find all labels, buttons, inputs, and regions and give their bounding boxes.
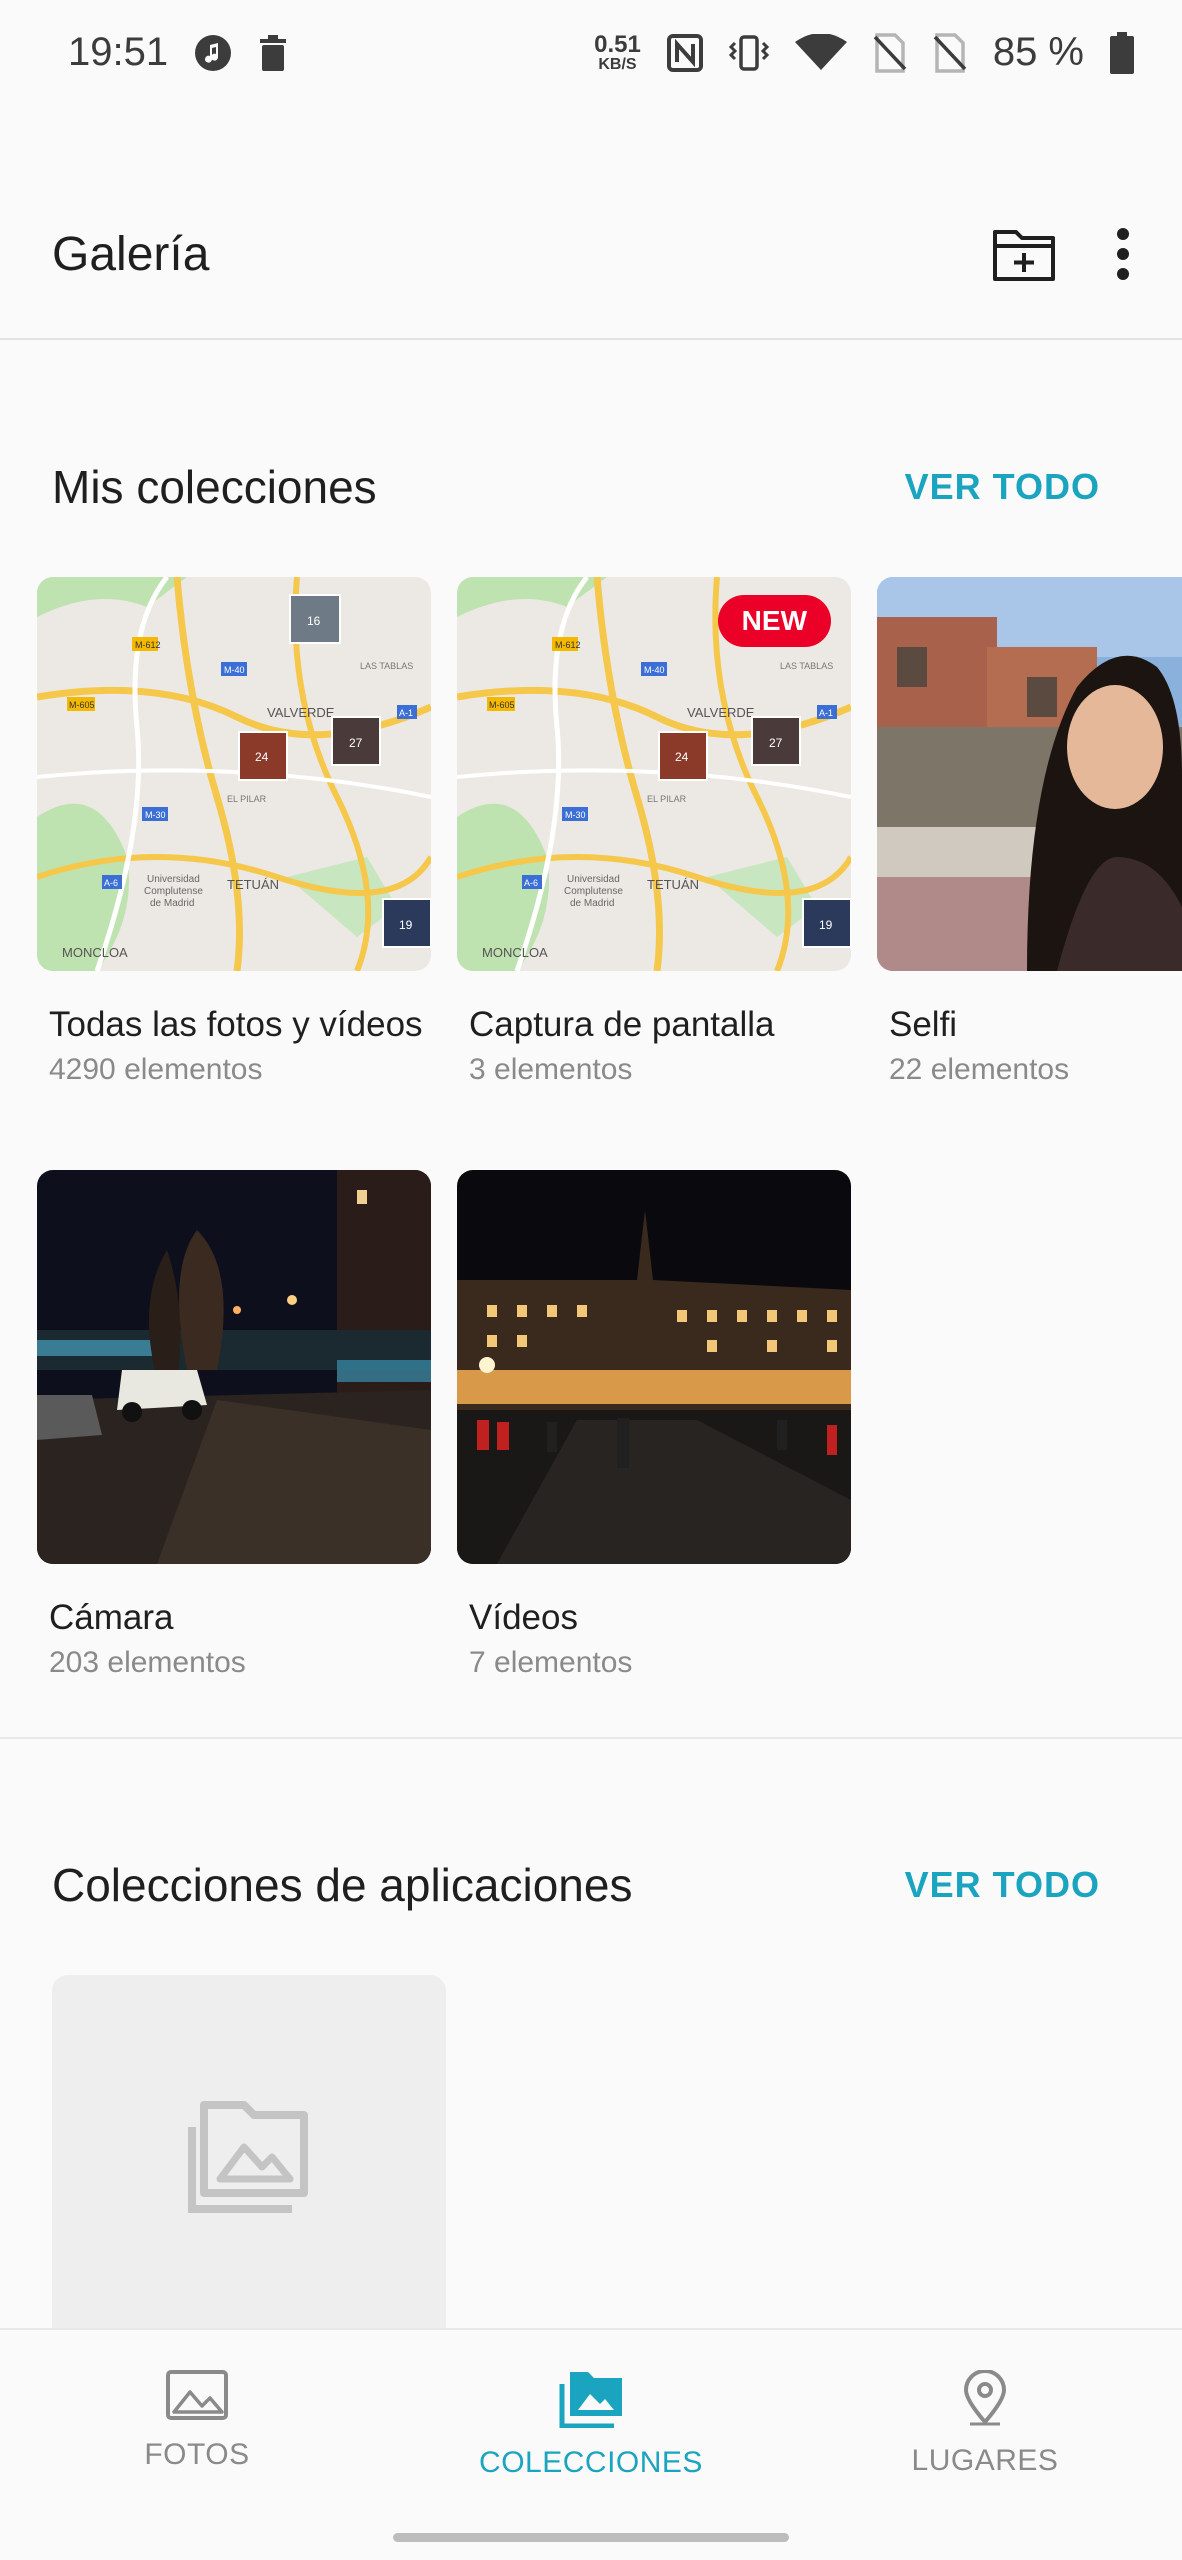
album-name: Selfi (889, 1005, 958, 1044)
map-label-pilar: EL PILAR (227, 794, 267, 804)
page-title: Galería (52, 227, 210, 281)
map-label-valverde: VALVERDE (267, 705, 335, 720)
map-label-a6: A-6 (104, 878, 118, 888)
album-name: Vídeos (469, 1598, 578, 1637)
map-photo-count: 24 (675, 750, 689, 764)
map-label-tetuan: TETUÁN (227, 877, 279, 892)
album-name: Todas las fotos y vídeos (49, 1005, 423, 1044)
section-title: Mis colecciones (52, 461, 377, 513)
map-label-univ-1: Universidad (567, 874, 620, 885)
my-collections-header: Mis colecciones VER TODO (52, 460, 1100, 514)
new-folder-icon[interactable] (992, 226, 1056, 282)
album-card[interactable]: Selfi 22 elementos (877, 577, 1182, 1087)
section-title: Colecciones de aplicaciones (52, 1859, 633, 1911)
map-label-a1: A-1 (819, 708, 833, 718)
map-label-pilar: EL PILAR (647, 794, 687, 804)
nav-item-places[interactable]: LUGARES (835, 2370, 1135, 2478)
album-thumbnail: M-612 M-40 M-605 M-30 A-1 A-6 VALVERDE T… (37, 577, 431, 971)
trash-icon (258, 34, 288, 71)
location-pin-icon (962, 2370, 1008, 2426)
map-label-m30: M-30 (145, 810, 166, 820)
status-bar: 19:51 0.51 KB/S 85 % (0, 0, 1182, 105)
map-label-m612: M-612 (135, 640, 161, 650)
nfc-icon (666, 33, 703, 72)
see-all-link[interactable]: VER TODO (905, 1864, 1100, 1906)
network-speed: 0.51 KB/S (594, 30, 641, 73)
map-label-tablas: LAS TABLAS (360, 661, 413, 671)
map-label-m40: M-40 (644, 665, 665, 675)
album-name: Cámara (49, 1598, 174, 1637)
map-label-m612: M-612 (555, 640, 581, 650)
no-sim-icon (873, 32, 907, 73)
nav-item-collections[interactable]: COLECCIONES (441, 2370, 741, 2480)
album-count: 203 elementos (49, 1646, 246, 1679)
nav-item-photos[interactable]: FOTOS (47, 2370, 347, 2472)
app-collection-placeholder[interactable] (52, 1975, 446, 2335)
bottom-navigation: FOTOS COLECCIONES LUGARES (0, 2328, 1182, 2560)
clock: 19:51 (68, 30, 169, 74)
map-label-a1: A-1 (399, 708, 413, 718)
home-indicator[interactable] (393, 2533, 789, 2542)
map-label-m605: M-605 (489, 700, 515, 710)
section-divider (0, 1737, 1182, 1739)
map-label-m605: M-605 (69, 700, 95, 710)
album-card[interactable]: Cámara 203 elementos (37, 1170, 431, 1680)
map-label-tetuan: TETUÁN (647, 877, 699, 892)
map-photo-count: 19 (819, 918, 833, 932)
see-all-link[interactable]: VER TODO (905, 466, 1100, 508)
map-label-valverde: VALVERDE (687, 705, 755, 720)
vibrate-icon (728, 34, 769, 71)
map-photo-count: 24 (255, 750, 269, 764)
map-photo-count: 27 (349, 736, 363, 750)
map-label-univ-2: Complutense (144, 886, 203, 897)
new-badge: NEW (717, 595, 831, 647)
map-label-univ-3: de Madrid (150, 898, 194, 909)
nav-label: LUGARES (911, 2444, 1059, 2477)
map-label-moncloa: MONCLOA (62, 945, 128, 960)
net-speed-unit: KB/S (598, 55, 637, 73)
photo-icon (166, 2370, 228, 2420)
map-photo-count: 27 (769, 736, 783, 750)
net-speed-value: 0.51 (594, 30, 641, 58)
map-label-univ-3: de Madrid (570, 898, 614, 909)
album-name: Captura de pantalla (469, 1005, 775, 1044)
album-thumbnail (877, 577, 1182, 971)
app-collections-header: Colecciones de aplicaciones VER TODO (52, 1858, 1100, 1912)
album-count: 3 elementos (469, 1053, 633, 1086)
music-note-icon (194, 34, 232, 72)
album-thumbnail (457, 1170, 851, 1564)
album-count: 22 elementos (889, 1053, 1070, 1086)
battery-percent: 85 % (992, 30, 1084, 74)
album-count: 7 elementos (469, 1646, 633, 1679)
no-sim-2-icon (933, 32, 967, 73)
map-label-m30: M-30 (565, 810, 586, 820)
image-stack-icon (184, 2095, 314, 2215)
more-options-icon[interactable] (1116, 228, 1130, 280)
map-label-univ-1: Universidad (147, 874, 200, 885)
map-photo-count: 16 (307, 614, 321, 628)
map-label-tablas: LAS TABLAS (780, 661, 833, 671)
nav-label: COLECCIONES (479, 2446, 703, 2479)
app-bar: Galería (0, 170, 1182, 340)
album-thumbnail: M-612 M-40 M-605 M-30 A-1 A-6 VALVERDE T… (457, 577, 851, 971)
album-thumbnail (37, 1170, 431, 1564)
collections-icon (558, 2370, 624, 2428)
album-card[interactable]: M-612 M-40 M-605 M-30 A-1 A-6 VALVERDE T… (37, 577, 431, 1087)
map-photo-count: 19 (399, 918, 413, 932)
map-label-a6: A-6 (524, 878, 538, 888)
battery-icon (1110, 31, 1134, 74)
map-label-univ-2: Complutense (564, 886, 623, 897)
wifi-icon (794, 33, 847, 72)
album-card[interactable]: M-612 M-40 M-605 M-30 A-1 A-6 VALVERDE T… (457, 577, 851, 1087)
nav-label: FOTOS (144, 2438, 250, 2471)
map-label-moncloa: MONCLOA (482, 945, 548, 960)
album-card[interactable]: Vídeos 7 elementos (457, 1170, 851, 1680)
album-count: 4290 elementos (49, 1053, 263, 1086)
map-label-m40: M-40 (224, 665, 245, 675)
